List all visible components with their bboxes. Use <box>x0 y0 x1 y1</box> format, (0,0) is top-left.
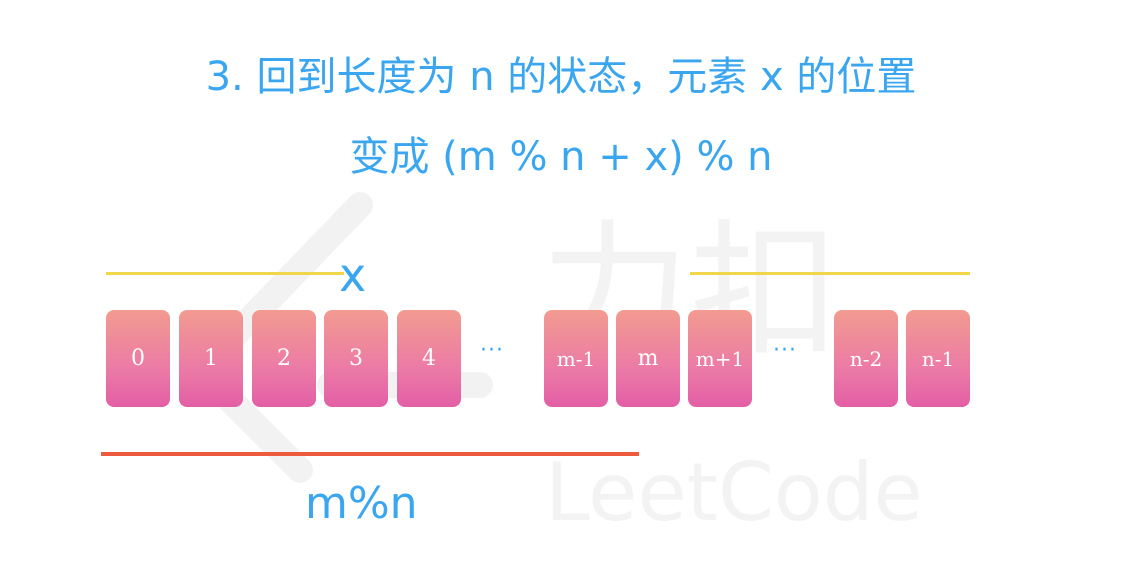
watermark-brand: LeetCode <box>545 446 923 539</box>
cell-1: 1 <box>179 310 243 407</box>
title-line-1: 3. 回到长度为 n 的状态，元素 x 的位置 <box>205 54 917 100</box>
cell-n-minus-2: n-2 <box>834 310 898 407</box>
cell-4: 4 <box>397 310 461 407</box>
ellipsis-1: ··· <box>480 338 504 363</box>
cell-m: m <box>616 310 680 407</box>
m-mod-n-label: m%n <box>305 478 418 529</box>
x-bracket-line <box>106 272 344 275</box>
cell-m-minus-1: m-1 <box>544 310 608 407</box>
x-label: x <box>339 248 367 302</box>
title-line-2: 变成 (m % n + x) % n <box>349 134 773 180</box>
cell-m-plus-1: m+1 <box>688 310 752 407</box>
cell-3: 3 <box>324 310 388 407</box>
cell-2: 2 <box>252 310 316 407</box>
cell-0: 0 <box>106 310 170 407</box>
m-mod-n-bracket-line <box>101 452 639 456</box>
ellipsis-2: ··· <box>773 338 797 363</box>
tail-bracket-line <box>690 272 970 275</box>
cell-n-minus-1: n-1 <box>906 310 970 407</box>
